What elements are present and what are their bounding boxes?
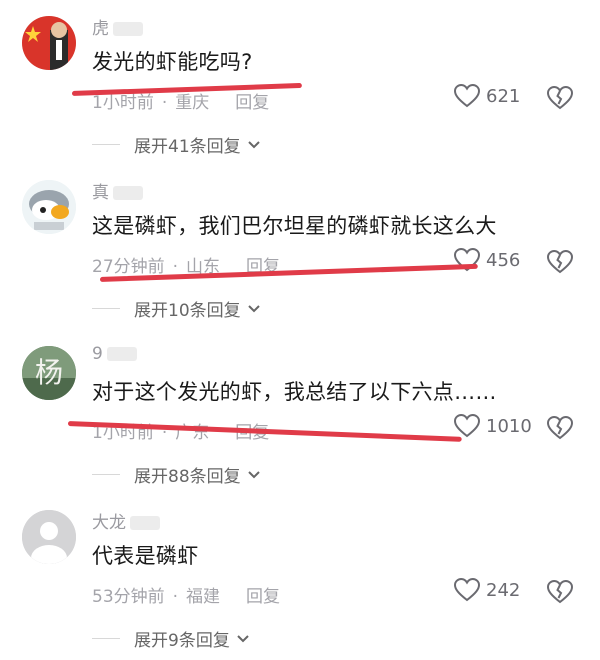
username[interactable]: 9 — [92, 344, 137, 364]
like-button[interactable]: 1010 — [454, 414, 532, 438]
divider — [92, 308, 120, 309]
comment-time: 27分钟前 — [92, 257, 165, 277]
comment-meta: 53分钟前 · 福建 回复 — [92, 587, 281, 607]
heart-outline-icon — [454, 578, 480, 602]
divider — [92, 144, 120, 145]
dislike-button[interactable] — [546, 579, 574, 608]
broken-heart-icon — [546, 415, 574, 440]
avatar[interactable] — [22, 180, 76, 234]
username[interactable]: 大龙 — [92, 508, 160, 533]
comment-location: 重庆 — [175, 93, 210, 113]
reply-button[interactable]: 回复 — [246, 587, 280, 607]
comment-text: 代表是磷虾 — [92, 544, 199, 568]
comment-text: 这是磷虾，我们巴尔坦星的磷虾就长这么大 — [92, 214, 497, 238]
chevron-down-icon — [247, 470, 260, 478]
comment-item: 真 这是磷虾，我们巴尔坦星的磷虾就长这么大 27分钟前 · 山东 回复 456 展开1… — [0, 164, 600, 328]
comment-text: 发光的虾能吃吗? — [92, 50, 253, 74]
expand-replies[interactable]: 展开41条回复 — [92, 132, 261, 157]
username[interactable]: 真 — [92, 178, 143, 203]
chevron-down-icon — [247, 304, 260, 312]
comment-time: 53分钟前 — [92, 587, 165, 607]
broken-heart-icon — [546, 579, 574, 604]
divider — [92, 638, 120, 639]
expand-label: 展开10条回复 — [134, 301, 241, 321]
comment-item: 杨 9 对于这个发光的虾，我总结了以下六点…… 1小时前·广东回复 1010 展… — [0, 330, 600, 494]
like-count: 456 — [486, 249, 521, 271]
broken-heart-icon — [546, 85, 574, 110]
heart-outline-icon — [454, 84, 480, 108]
expand-replies[interactable]: 展开88条回复 — [92, 462, 261, 487]
like-count: 1010 — [486, 415, 532, 437]
expand-label: 展开9条回复 — [134, 631, 230, 651]
avatar[interactable] — [22, 16, 76, 70]
comment-location: 福建 — [186, 587, 221, 607]
broken-heart-icon — [546, 249, 574, 274]
divider — [92, 474, 120, 475]
reply-button[interactable]: 回复 — [235, 93, 269, 113]
avatar[interactable]: 杨 — [22, 346, 76, 400]
svg-text:杨: 杨 — [35, 356, 63, 389]
chevron-down-icon — [247, 140, 260, 148]
username[interactable]: 虎 — [92, 14, 143, 39]
heart-outline-icon — [454, 414, 480, 438]
expand-label: 展开41条回复 — [134, 137, 241, 157]
expand-label: 展开88条回复 — [134, 467, 241, 487]
avatar[interactable] — [22, 510, 76, 564]
expand-replies[interactable]: 展开10条回复 — [92, 296, 261, 321]
expand-replies[interactable]: 展开9条回复 — [92, 626, 250, 651]
comment-time: 1小时前 — [92, 93, 154, 113]
comment-text: 对于这个发光的虾，我总结了以下六点…… — [92, 380, 497, 404]
like-count: 242 — [486, 579, 521, 601]
comment-item: 大龙 代表是磷虾 53分钟前 · 福建 回复 242 展开9条回复 — [0, 494, 600, 658]
dislike-button[interactable] — [546, 415, 574, 444]
like-button[interactable]: 621 — [454, 84, 520, 108]
comment-item: 虎 发光的虾能吃吗? 1小时前 · 重庆 回复 621 展开41条回复 — [0, 0, 600, 164]
like-count: 621 — [486, 85, 521, 107]
dislike-button[interactable] — [546, 85, 574, 114]
like-button[interactable]: 242 — [454, 578, 520, 602]
chevron-down-icon — [237, 634, 249, 642]
dislike-button[interactable] — [546, 249, 574, 278]
